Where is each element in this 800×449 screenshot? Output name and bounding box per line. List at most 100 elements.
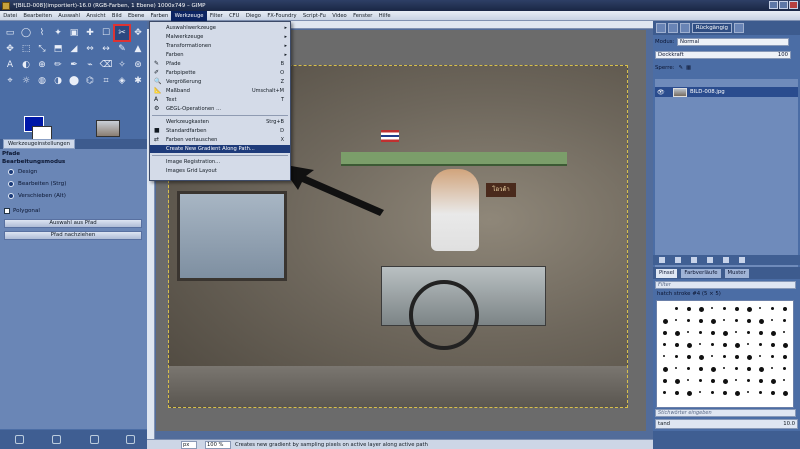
brush-preview[interactable] — [699, 391, 701, 393]
brush-preview[interactable] — [687, 331, 689, 333]
tool-icon-14[interactable]: ◢ — [67, 42, 81, 56]
tool-icon-22[interactable]: ✏ — [51, 58, 65, 72]
close-icon[interactable] — [789, 1, 798, 9]
radio-edit[interactable]: Bearbeiten (Strg) — [8, 181, 66, 187]
menuitem-ma-band[interactable]: 📐 Maßband Umschalt+M — [150, 87, 290, 95]
brush-preview[interactable] — [723, 307, 726, 310]
layer-item[interactable]: 👁 BILD-008.jpg — [655, 87, 798, 97]
dock-tab-layers-icon[interactable] — [656, 23, 666, 33]
active-image-thumbnail[interactable] — [96, 120, 120, 137]
menu-cfu[interactable]: CFU — [226, 11, 243, 21]
brush-preview[interactable] — [747, 355, 752, 360]
brush-preview[interactable] — [759, 355, 761, 357]
menuitem-gegl-operationen[interactable]: ⚙ GEGL-Operationen ... — [150, 105, 290, 113]
dock-menu-icon[interactable] — [734, 23, 744, 33]
brush-preview[interactable] — [687, 391, 692, 396]
tool-icon-30[interactable]: ◍ — [35, 74, 49, 88]
menuitem-auswahlwerkzeuge[interactable]: Auswahlwerkzeuge ▸ — [150, 24, 290, 32]
brush-preview[interactable] — [747, 331, 750, 334]
tab-gradients[interactable]: Farbverläufe — [681, 268, 721, 278]
brush-preview[interactable] — [735, 319, 738, 322]
lock-alpha-icon[interactable]: ▦ — [686, 65, 691, 71]
brush-preview[interactable] — [711, 391, 714, 394]
brush-preview[interactable] — [675, 355, 678, 358]
visibility-eye-icon[interactable]: 👁 — [657, 89, 665, 96]
tab-tool-options[interactable]: Werkzeugeinstellungen — [3, 139, 76, 149]
brush-preview[interactable] — [783, 307, 787, 311]
minimize-icon[interactable] — [769, 1, 778, 9]
brush-preview[interactable] — [687, 307, 691, 311]
tool-icon-27[interactable]: ⊛ — [131, 58, 145, 72]
tool-icon-1[interactable]: ▭ — [3, 26, 17, 40]
opacity-slider[interactable]: Deckkraft 100 — [655, 51, 791, 59]
brush-preview[interactable] — [783, 391, 788, 396]
menuitem-text[interactable]: A Text T — [150, 96, 290, 104]
brush-preview[interactable] — [783, 343, 788, 348]
dock-tab-paths-icon[interactable] — [680, 23, 690, 33]
tab-patterns[interactable]: Muster — [724, 268, 749, 278]
tool-icon-11[interactable]: ⬚ — [19, 42, 33, 56]
tool-icon-7[interactable]: ☐ — [99, 26, 113, 40]
tab-brushes[interactable]: Pinsel — [656, 268, 678, 278]
lock-pixels-icon[interactable]: ✎ — [679, 65, 684, 71]
dock-tab-channels-icon[interactable] — [668, 23, 678, 33]
menuitem-pfade[interactable]: ✎ Pfade B — [150, 60, 290, 68]
tool-icon-8[interactable]: ✂ — [113, 24, 131, 42]
brush-preview[interactable] — [675, 331, 680, 336]
brush-preview[interactable] — [699, 331, 702, 334]
tool-icon-35[interactable]: ◈ — [115, 74, 129, 88]
radio-design[interactable]: Design — [8, 169, 37, 175]
brush-preview[interactable] — [687, 319, 690, 322]
menuitem-transformationen[interactable]: Transformationen ▸ — [150, 42, 290, 50]
brush-filter-input[interactable]: Filter — [655, 281, 796, 289]
menuitem-farbpipette[interactable]: ✐ Farbpipette O — [150, 69, 290, 77]
brush-preview[interactable] — [675, 319, 677, 321]
delete-options-icon[interactable] — [90, 435, 99, 444]
brush-preview[interactable] — [759, 367, 764, 372]
tool-icon-34[interactable]: ⌗ — [99, 74, 113, 88]
brush-preview[interactable] — [783, 319, 786, 322]
menu-fx-foundry[interactable]: FX-Foundry — [264, 11, 300, 21]
radio-move[interactable]: Verschieben (Alt) — [8, 193, 66, 199]
menu-farben[interactable]: Farben — [147, 11, 171, 21]
brush-preview[interactable] — [735, 367, 738, 370]
brush-preview[interactable] — [699, 319, 703, 323]
brush-preview[interactable] — [699, 367, 703, 371]
raise-layer-icon[interactable] — [675, 257, 681, 263]
brush-preview[interactable] — [699, 343, 701, 345]
menu-ebene[interactable]: Ebene — [125, 11, 148, 21]
menuitem-create-new-gradient-along-path[interactable]: Create New Gradient Along Path... — [150, 145, 290, 153]
save-options-icon[interactable] — [15, 435, 24, 444]
menu-bild[interactable]: Bild — [109, 11, 125, 21]
brush-preview[interactable] — [723, 391, 727, 395]
menuitem-werkzeugkasten[interactable]: Werkzeugkasten Strg+B — [150, 118, 290, 126]
tool-icon-23[interactable]: ✒ — [67, 58, 81, 72]
menu-filter[interactable]: Filter — [207, 11, 226, 21]
brush-preview[interactable] — [771, 391, 775, 395]
tool-icon-28[interactable]: ⌖ — [3, 74, 17, 88]
tool-icon-13[interactable]: ⬒ — [51, 42, 65, 56]
brush-preview[interactable] — [687, 343, 692, 348]
new-layer-icon[interactable] — [659, 257, 665, 263]
brush-preview[interactable] — [747, 343, 749, 345]
brush-preview[interactable] — [663, 367, 668, 372]
tool-icon-15[interactable]: ⇔ — [83, 42, 97, 56]
brush-preview[interactable] — [711, 307, 713, 309]
menu-hilfe[interactable]: Hilfe — [376, 11, 394, 21]
brush-preview[interactable] — [699, 307, 704, 312]
menu-ansicht[interactable]: Ansicht — [83, 11, 109, 21]
brush-preview[interactable] — [735, 331, 737, 333]
background-color[interactable] — [32, 126, 52, 140]
brush-preview[interactable] — [711, 379, 715, 383]
brush-preview[interactable] — [735, 391, 740, 396]
brush-spacing[interactable]: tand 10.0 — [655, 419, 798, 429]
brush-preview[interactable] — [663, 331, 667, 335]
brush-preview[interactable] — [771, 367, 773, 369]
maximize-icon[interactable] — [779, 1, 788, 9]
brush-preview[interactable] — [687, 367, 690, 370]
tool-icon-26[interactable]: ✧ — [115, 58, 129, 72]
brush-preview[interactable] — [771, 379, 776, 384]
brush-preview[interactable] — [747, 307, 752, 312]
menuitem-image-registration[interactable]: Image Registration... — [150, 158, 290, 166]
brush-preview[interactable] — [663, 343, 666, 346]
